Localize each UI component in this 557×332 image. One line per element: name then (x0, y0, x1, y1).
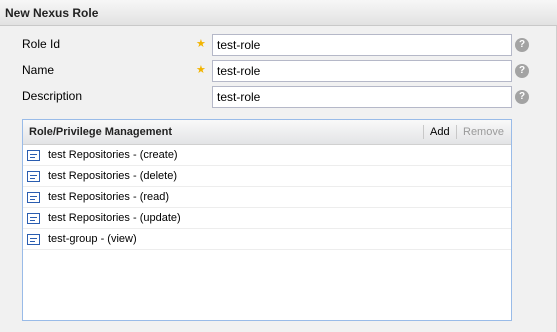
privilege-grid: Role/Privilege Management Add Remove tes… (22, 119, 512, 321)
privilege-row[interactable]: test Repositories - (read) (23, 187, 511, 208)
grid-title: Role/Privilege Management (29, 126, 173, 138)
add-button[interactable]: Add (430, 126, 450, 138)
privilege-row[interactable]: test-group - (view) (23, 229, 511, 250)
new-role-panel: New Nexus Role Role Id ★ ? Name ★ ? Desc… (0, 0, 557, 332)
privilege-row[interactable]: test Repositories - (update) (23, 208, 511, 229)
name-label: Name (22, 63, 55, 77)
toolbar-separator (456, 125, 457, 139)
toolbar-separator (423, 125, 424, 139)
help-icon[interactable]: ? (515, 64, 529, 78)
privilege-icon (27, 213, 40, 224)
privilege-label: test Repositories - (delete) (48, 170, 177, 182)
help-icon[interactable]: ? (515, 38, 529, 52)
privilege-label: test Repositories - (read) (48, 191, 170, 203)
privilege-label: test-group - (view) (48, 233, 137, 245)
privilege-label: test Repositories - (update) (48, 212, 181, 224)
description-input[interactable] (212, 86, 512, 108)
privilege-row[interactable]: test Repositories - (delete) (23, 166, 511, 187)
privilege-icon (27, 171, 40, 182)
privilege-icon (27, 234, 40, 245)
help-icon[interactable]: ? (515, 90, 529, 104)
required-star-icon: ★ (196, 64, 206, 76)
panel-title: New Nexus Role (5, 6, 99, 20)
name-input[interactable] (212, 60, 512, 82)
privilege-icon (27, 150, 40, 161)
grid-header: Role/Privilege Management Add Remove (23, 120, 511, 145)
required-star-icon: ★ (196, 38, 206, 50)
privilege-icon (27, 192, 40, 203)
role-id-input[interactable] (212, 34, 512, 56)
privilege-row[interactable]: test Repositories - (create) (23, 145, 511, 166)
description-label: Description (22, 89, 83, 103)
remove-button[interactable]: Remove (463, 126, 504, 138)
privilege-label: test Repositories - (create) (48, 149, 178, 161)
role-id-label: Role Id (22, 37, 61, 51)
panel-header: New Nexus Role (0, 0, 557, 26)
